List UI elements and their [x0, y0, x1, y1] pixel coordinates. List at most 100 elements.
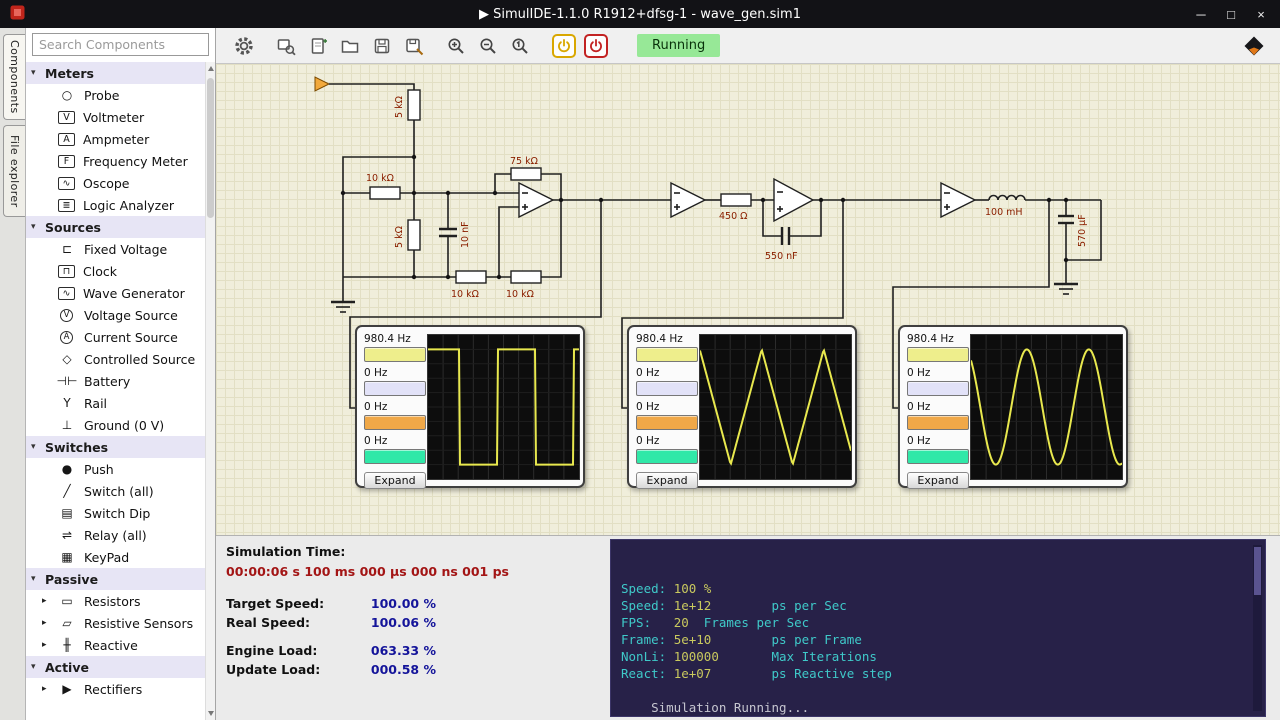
component-keypad[interactable]: ▦KeyPad	[26, 546, 205, 568]
category-sources[interactable]: ▾Sources	[26, 216, 205, 238]
component-resistors[interactable]: ▸▭Resistors	[26, 590, 205, 612]
search-input[interactable]	[32, 33, 209, 56]
resistor-r1[interactable]	[408, 90, 420, 120]
dock-tabstrip: Components File explorer	[0, 28, 26, 720]
scope-expand-button[interactable]: Expand	[907, 472, 969, 489]
capacitor-c1[interactable]	[439, 229, 457, 236]
scrollbar-thumb[interactable]	[1254, 547, 1261, 595]
component-wave-generator[interactable]: ∿Wave Generator	[26, 282, 205, 304]
pause-simulation-button[interactable]	[584, 34, 608, 58]
component-switch-dip[interactable]: ▤Switch Dip	[26, 502, 205, 524]
inductor-l1[interactable]	[989, 196, 1025, 201]
component-resistive-sensors[interactable]: ▸▱Resistive Sensors	[26, 612, 205, 634]
save-as-icon	[404, 36, 424, 56]
component-current-source[interactable]: ACurrent Source	[26, 326, 205, 348]
category-active[interactable]: ▾Active	[26, 656, 205, 678]
component-probe[interactable]: ○Probe	[26, 84, 205, 106]
scope-ch2-button[interactable]	[907, 381, 969, 396]
probe-symbol[interactable]	[315, 77, 329, 91]
scope-ch3-button[interactable]	[364, 415, 426, 430]
component-fixed-voltage[interactable]: ⊏Fixed Voltage	[26, 238, 205, 260]
component-switch-all[interactable]: ╱Switch (all)	[26, 480, 205, 502]
resistor-r2[interactable]	[370, 187, 400, 199]
ground-symbol-2[interactable]	[1054, 284, 1078, 294]
console-scrollbar[interactable]	[1253, 545, 1262, 711]
minimize-button[interactable]: ─	[1186, 2, 1216, 26]
component-voltmeter[interactable]: VVoltmeter	[26, 106, 205, 128]
opamp-4[interactable]	[941, 183, 975, 217]
scroll-down-icon[interactable]	[208, 711, 214, 716]
real-speed-label: Real Speed:	[226, 615, 368, 630]
collapse-triangle-icon: ▾	[31, 223, 41, 232]
component-reactive[interactable]: ▸╫Reactive	[26, 634, 205, 656]
title-bar[interactable]: ▶ SimulIDE-1.1.0 R1912+dfsg-1 - wave_gen…	[0, 0, 1280, 28]
scope-ch1-button[interactable]	[636, 347, 698, 362]
scope-ch3-button[interactable]	[636, 415, 698, 430]
resistor-r5[interactable]	[456, 271, 486, 283]
settings-button[interactable]	[230, 32, 258, 60]
opamp-2[interactable]	[671, 183, 705, 217]
zoom-one-button[interactable]	[506, 32, 534, 60]
scope-expand-button[interactable]: Expand	[636, 472, 698, 489]
power-circuit-button[interactable]	[552, 34, 576, 58]
close-button[interactable]: ×	[1246, 2, 1276, 26]
engine-console: Speed: 100 %Speed: 1e+12 ps per SecFPS: …	[610, 539, 1266, 717]
resistor-r7[interactable]	[721, 194, 751, 206]
scroll-up-icon[interactable]	[208, 66, 214, 71]
opamp-3[interactable]	[774, 179, 813, 221]
component-clock[interactable]: ⊓Clock	[26, 260, 205, 282]
ground-symbol-1[interactable]	[331, 302, 355, 312]
sidebar-scrollbar[interactable]	[205, 62, 215, 720]
tab-components[interactable]: Components	[3, 34, 25, 120]
tab-file-explorer[interactable]: File explorer	[3, 125, 25, 217]
scope-ch4-button[interactable]	[907, 449, 969, 464]
maximize-button[interactable]: □	[1216, 2, 1246, 26]
scope-ch2-button[interactable]	[636, 381, 698, 396]
component-relay-all[interactable]: ⇌Relay (all)	[26, 524, 205, 546]
category-switches[interactable]: ▾Switches	[26, 436, 205, 458]
resistor-r3[interactable]	[511, 168, 541, 180]
category-passive[interactable]: ▾Passive	[26, 568, 205, 590]
new-circuit-button[interactable]	[304, 32, 332, 60]
scope-expand-button[interactable]: Expand	[364, 472, 426, 489]
resistor-r6[interactable]	[511, 271, 541, 283]
right-panel-toggle-button[interactable]	[1240, 32, 1268, 60]
save-as-circuit-button[interactable]	[400, 32, 428, 60]
component-push[interactable]: ●Push	[26, 458, 205, 480]
scope-ch2-frequency: 0 Hz	[907, 367, 969, 380]
component-battery[interactable]: ⊣⊢Battery	[26, 370, 205, 392]
scope-ch3-frequency: 0 Hz	[907, 401, 969, 414]
opamp-1[interactable]	[519, 183, 553, 217]
scope-ch1-button[interactable]	[364, 347, 426, 362]
scope-ch2-button[interactable]	[364, 381, 426, 396]
oscilloscope-2[interactable]: 980.4 Hz 0 Hz 0 Hz 0 Hz Expand	[627, 325, 857, 488]
component-label: Battery	[84, 374, 130, 389]
component-logic-analyzer[interactable]: ≣Logic Analyzer	[26, 194, 205, 216]
oscilloscope-3[interactable]: 980.4 Hz 0 Hz 0 Hz 0 Hz Expand	[898, 325, 1128, 488]
triangle-waveform	[700, 335, 851, 479]
component-oscope[interactable]: ∿Oscope	[26, 172, 205, 194]
component-ampmeter[interactable]: AAmpmeter	[26, 128, 205, 150]
component-rail[interactable]: YRail	[26, 392, 205, 414]
scope-ch4-button[interactable]	[364, 449, 426, 464]
component-rectifiers[interactable]: ▸▶Rectifiers	[26, 678, 205, 700]
circuit-canvas[interactable]: 5 kΩ 10 kΩ 75 kΩ 5 kΩ 10 nF 10 kΩ 10 kΩ …	[216, 64, 1280, 535]
scope-ch1-button[interactable]	[907, 347, 969, 362]
capacitor-c2[interactable]	[782, 227, 789, 245]
component-ground-0-v[interactable]: ⊥Ground (0 V)	[26, 414, 205, 436]
zoom-out-button[interactable]	[474, 32, 502, 60]
component-frequency-meter[interactable]: FFrequency Meter	[26, 150, 205, 172]
component-voltage-source[interactable]: VVoltage Source	[26, 304, 205, 326]
scope-ch4-button[interactable]	[636, 449, 698, 464]
scrollbar-thumb[interactable]	[207, 78, 214, 218]
capacitor-c3[interactable]	[1058, 216, 1074, 223]
oscilloscope-1[interactable]: 980.4 Hz 0 Hz 0 Hz 0 Hz Expand	[355, 325, 585, 488]
circuit-info-button[interactable]	[272, 32, 300, 60]
open-circuit-button[interactable]	[336, 32, 364, 60]
component-controlled-source[interactable]: ◇Controlled Source	[26, 348, 205, 370]
resistor-r4[interactable]	[408, 220, 420, 250]
save-circuit-button[interactable]	[368, 32, 396, 60]
category-meters[interactable]: ▾Meters	[26, 62, 205, 84]
zoom-in-button[interactable]	[442, 32, 470, 60]
scope-ch3-button[interactable]	[907, 415, 969, 430]
